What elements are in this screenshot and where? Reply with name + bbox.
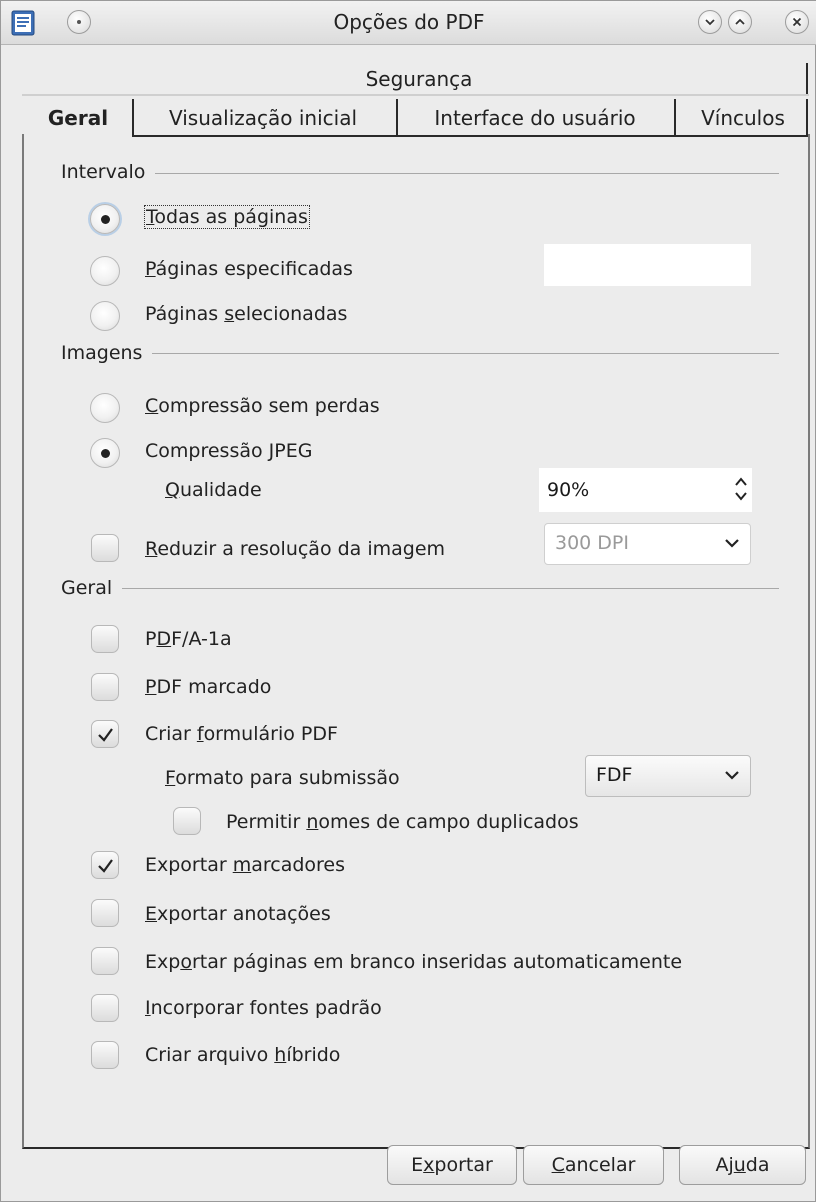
resolution-value: 300 DPI [555, 532, 629, 554]
minimize-icon[interactable] [698, 10, 722, 34]
hybrid-file-label[interactable]: Criar arquivo híbrido [145, 1044, 340, 1066]
pdfa-checkbox[interactable] [91, 625, 119, 653]
export-button[interactable]: Exportar [387, 1145, 517, 1185]
export-comments-label[interactable]: Exportar anotações [145, 903, 331, 925]
all-pages-label[interactable]: Todas as páginas [144, 205, 310, 229]
tagged-pdf-label[interactable]: PDF marcado [145, 676, 271, 698]
export-bookmarks-checkbox[interactable] [91, 851, 119, 879]
chevron-down-icon [725, 539, 739, 548]
radio-jpeg[interactable] [90, 438, 120, 468]
section-divider [61, 588, 779, 589]
tab-divider [674, 99, 676, 137]
embed-fonts-checkbox[interactable] [91, 994, 119, 1022]
submit-format-value: FDF [596, 764, 633, 786]
export-comments-checkbox[interactable] [91, 899, 119, 927]
spin-arrows-icon[interactable] [734, 474, 748, 506]
window-title: Opções do PDF [333, 10, 485, 34]
radio-selected-dot [101, 215, 110, 224]
pdfa-label[interactable]: PDF/A-1a [145, 628, 232, 650]
reduce-resolution-checkbox[interactable] [91, 534, 119, 562]
tab-divider [806, 63, 808, 95]
hybrid-file-checkbox[interactable] [91, 1041, 119, 1069]
allow-duplicates-label[interactable]: Permitir nomes de campo duplicados [226, 811, 579, 833]
help-button[interactable]: Ajuda [679, 1145, 806, 1185]
all-pages-text: odas as páginas [154, 206, 308, 228]
radio-all-pages[interactable] [90, 204, 120, 234]
close-icon[interactable] [785, 10, 809, 34]
specified-pages-input[interactable] [544, 244, 751, 286]
create-form-label[interactable]: Criar formulário PDF [145, 723, 338, 745]
tab-interface-do-usuario[interactable]: Interface do usuário [401, 102, 669, 134]
quality-spinbox[interactable]: 90% [539, 468, 752, 512]
section-divider [61, 173, 779, 174]
radio-lossless[interactable] [90, 393, 120, 423]
section-geral: Geral [61, 577, 123, 599]
jpeg-label[interactable]: Compressão JPEG [145, 440, 312, 462]
export-blank-pages-label[interactable]: Exportar páginas em branco inseridas aut… [145, 951, 682, 973]
tab-divider [806, 99, 808, 137]
reduce-resolution-label[interactable]: Reduzir a resolução da imagem [145, 538, 445, 560]
tab-seguranca[interactable]: Segurança [31, 63, 807, 95]
lossless-label[interactable]: Compressão sem perdas [145, 395, 380, 417]
tab-row-divider [22, 94, 809, 96]
selected-pages-label[interactable]: Páginas selecionadas [145, 303, 347, 325]
submit-format-combo[interactable]: FDF [585, 755, 751, 797]
checkmark-icon [98, 728, 113, 742]
tab-panel-geral [22, 134, 810, 1149]
create-form-checkbox[interactable] [91, 720, 119, 748]
resolution-combo[interactable]: 300 DPI [544, 523, 751, 565]
tab-divider [396, 99, 398, 137]
cancel-button[interactable]: Cancelar [523, 1145, 664, 1185]
tab-vinculos[interactable]: Vínculos [679, 102, 807, 134]
tab-visualizacao-inicial[interactable]: Visualização inicial [137, 102, 389, 134]
quality-label: Qualidade [165, 479, 262, 501]
pdf-options-dialog: Opções do PDF Segurança Geral Visualizaç… [0, 0, 816, 1202]
radio-specified-pages[interactable] [90, 256, 120, 286]
tab-geral[interactable]: Geral [31, 102, 125, 134]
allow-duplicates-checkbox[interactable] [173, 807, 201, 835]
quality-value: 90% [547, 479, 590, 501]
title-bar: Opções do PDF [1, 1, 816, 45]
tagged-pdf-checkbox[interactable] [91, 673, 119, 701]
specified-pages-label[interactable]: Páginas especificadas [145, 258, 353, 280]
checkmark-icon [98, 859, 113, 873]
export-blank-pages-checkbox[interactable] [91, 947, 119, 975]
radio-selected-dot [101, 449, 110, 458]
radio-selected-pages[interactable] [90, 301, 120, 331]
export-bookmarks-label[interactable]: Exportar marcadores [145, 854, 345, 876]
embed-fonts-label[interactable]: Incorporar fontes padrão [145, 997, 382, 1019]
maximize-icon[interactable] [728, 10, 752, 34]
chevron-down-icon [725, 771, 739, 780]
tab-divider [132, 99, 134, 137]
section-divider [61, 353, 779, 354]
section-intervalo: Intervalo [61, 161, 156, 183]
section-imagens: Imagens [61, 342, 153, 364]
submit-format-label: Formato para submissão [165, 767, 400, 789]
